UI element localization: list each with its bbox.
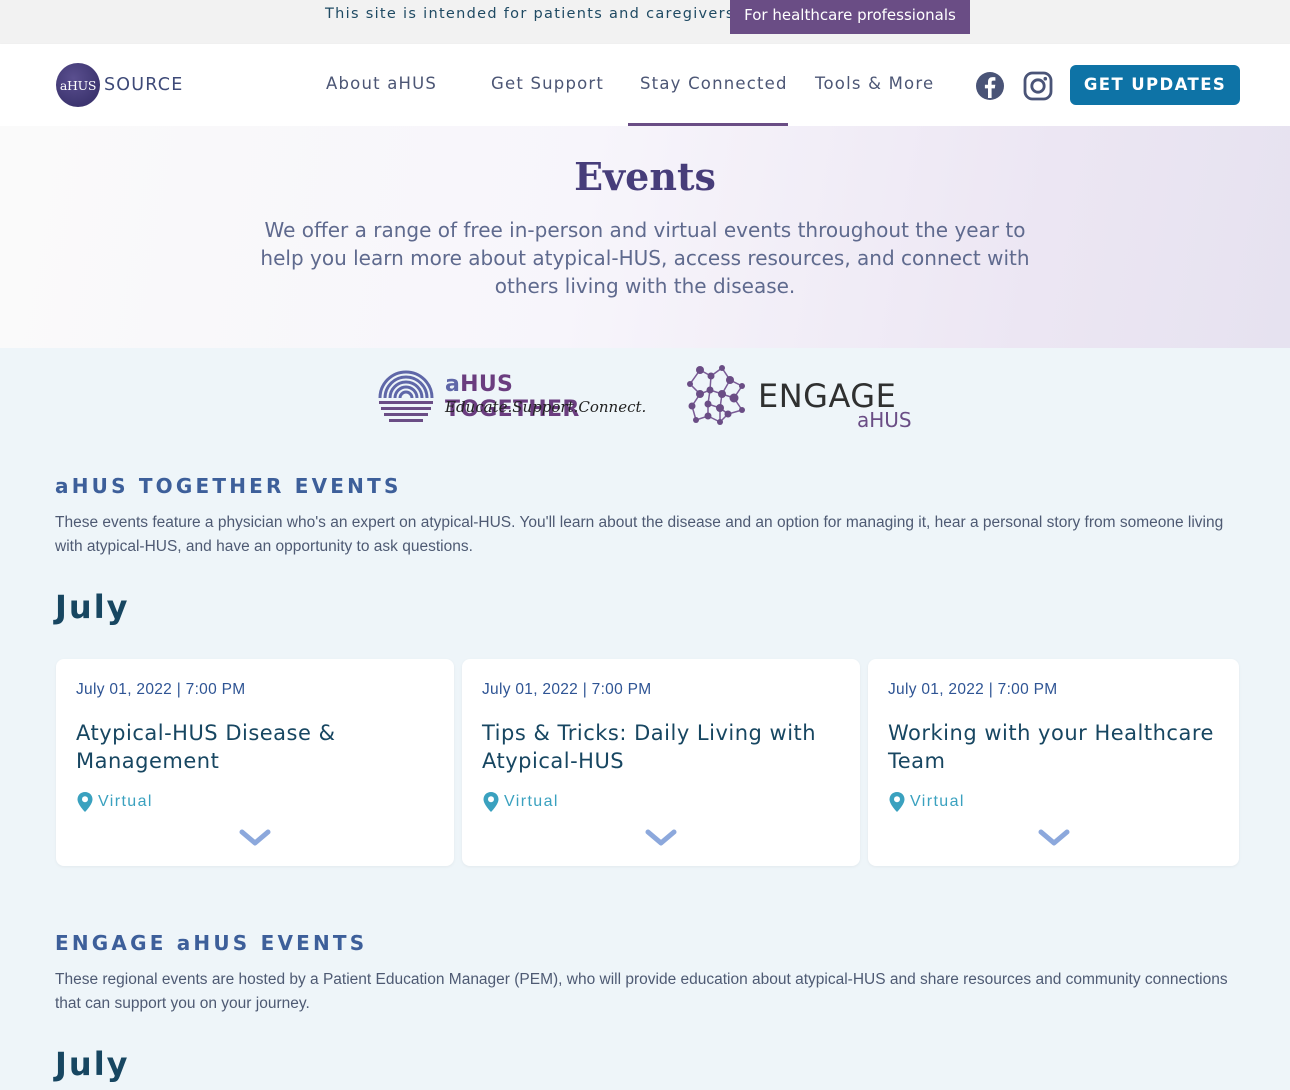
engage-ahus-logo: ENGAGE aHUS — [686, 364, 916, 434]
get-updates-button[interactable]: GET UPDATES — [1070, 65, 1240, 105]
site-header: aHUS SOURCE About aHUS Get Support Stay … — [0, 44, 1290, 126]
top-banner: This site is intended for patients and c… — [0, 0, 1290, 44]
nav-stay-connected[interactable]: Stay Connected — [640, 74, 788, 93]
event-title[interactable]: Atypical-HUS Disease & Management — [76, 719, 406, 775]
event-date: July 01, 2022 | 7:00 PM — [76, 681, 246, 698]
event-title[interactable]: Tips & Tricks: Daily Living with Atypica… — [482, 719, 822, 775]
hero-description: We offer a range of free in-person and v… — [260, 218, 1030, 298]
nav-about-ahus[interactable]: About aHUS — [326, 74, 437, 93]
engage-network-icon — [687, 365, 745, 425]
together-events-heading: aHUS TOGETHER EVENTS — [55, 474, 402, 498]
page-title: Events — [574, 154, 716, 199]
together-events-description: These events feature a physician who's a… — [55, 514, 1224, 555]
expand-chevron-icon[interactable] — [645, 829, 677, 847]
event-date: July 01, 2022 | 7:00 PM — [888, 681, 1058, 698]
together-month-heading: July — [55, 588, 130, 626]
map-pin-icon — [77, 792, 93, 812]
audience-notice: This site is intended for patients and c… — [325, 6, 741, 22]
hero-section: Events We offer a range of free in-perso… — [0, 126, 1290, 348]
event-card[interactable]: July 01, 2022 | 7:00 PM Working with you… — [868, 659, 1239, 866]
expand-chevron-icon[interactable] — [239, 829, 271, 847]
event-card[interactable]: July 01, 2022 | 7:00 PM Tips & Tricks: D… — [462, 659, 860, 866]
engage-sub-wordmark: aHUS — [857, 408, 912, 432]
together-prefix: a — [445, 372, 461, 397]
logo-badge: aHUS — [56, 63, 100, 107]
together-rainbow-icon — [378, 370, 434, 422]
engage-month-heading: July — [55, 1045, 130, 1083]
together-tagline: Educate.Support.Connect. — [445, 398, 647, 416]
expand-chevron-icon[interactable] — [1038, 829, 1070, 847]
event-title[interactable]: Working with your Healthcare Team — [888, 719, 1228, 775]
instagram-icon[interactable] — [1023, 71, 1053, 101]
engage-events-heading: ENGAGE aHUS EVENTS — [55, 931, 368, 955]
map-pin-icon — [483, 792, 499, 812]
event-location-label: Virtual — [910, 793, 965, 810]
logo-text: SOURCE — [104, 75, 184, 95]
facebook-icon[interactable] — [975, 71, 1005, 101]
event-location: Virtual — [888, 791, 965, 813]
event-location: Virtual — [76, 791, 153, 813]
engage-events-description: These regional events are hosted by a Pa… — [55, 971, 1228, 1012]
event-location-label: Virtual — [98, 793, 153, 810]
nav-tools-more[interactable]: Tools & More — [815, 74, 934, 93]
map-pin-icon — [889, 792, 905, 812]
event-date: July 01, 2022 | 7:00 PM — [482, 681, 652, 698]
nav-get-support[interactable]: Get Support — [491, 74, 604, 93]
event-location-label: Virtual — [504, 793, 559, 810]
site-logo[interactable]: aHUS SOURCE — [56, 63, 183, 107]
ahus-together-logo: aHUS TOGETHER Educate.Support.Connect. — [378, 368, 646, 426]
hcp-link-button[interactable]: For healthcare professionals — [730, 0, 970, 34]
event-card[interactable]: July 01, 2022 | 7:00 PM Atypical-HUS Dis… — [56, 659, 454, 866]
event-location: Virtual — [482, 791, 559, 813]
